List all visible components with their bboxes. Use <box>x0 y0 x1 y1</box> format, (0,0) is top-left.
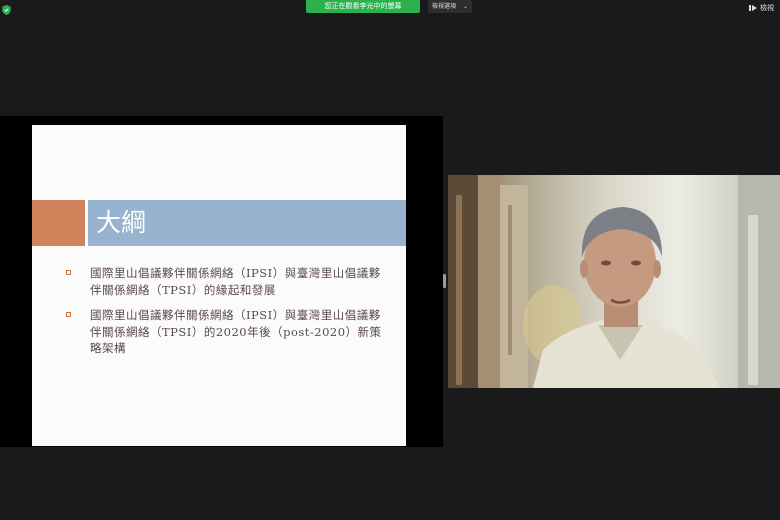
screen-share-banner[interactable]: 您正在觀看李光中的螢幕 <box>306 0 420 13</box>
participant-video-frame <box>448 175 780 388</box>
split-view-resize-handle[interactable] <box>443 274 446 288</box>
bullet-square-icon <box>66 270 71 275</box>
view-button[interactable]: 檢視 <box>749 3 774 13</box>
slide-bullet: 國際里山倡議夥伴關係網絡（IPSI）與臺灣里山倡議夥伴關係網絡（TPSI）的20… <box>66 307 386 357</box>
shared-screen[interactable]: 大綱 國際里山倡議夥伴關係網絡（IPSI）與臺灣里山倡議夥伴關係網絡（TPSI）… <box>0 116 443 447</box>
security-shield-icon[interactable] <box>2 5 11 15</box>
slide-bullet-text: 國際里山倡議夥伴關係網絡（IPSI）與臺灣里山倡議夥伴關係網絡（TPSI）的20… <box>90 308 382 355</box>
slide-bullet-list: 國際里山倡議夥伴關係網絡（IPSI）與臺灣里山倡議夥伴關係網絡（TPSI）的緣起… <box>66 265 386 366</box>
view-options-dropdown[interactable]: 檢視選項 ⌄ <box>428 0 472 13</box>
view-icon <box>749 5 757 11</box>
view-options-label: 檢視選項 <box>432 3 457 10</box>
bullet-square-icon <box>66 312 71 317</box>
participant-video[interactable] <box>448 175 780 388</box>
slide-bullet: 國際里山倡議夥伴關係網絡（IPSI）與臺灣里山倡議夥伴關係網絡（TPSI）的緣起… <box>66 265 386 298</box>
presentation-slide: 大綱 國際里山倡議夥伴關係網絡（IPSI）與臺灣里山倡議夥伴關係網絡（TPSI）… <box>32 125 406 446</box>
slide-accent-block <box>32 200 85 246</box>
slide-title: 大綱 <box>96 208 147 237</box>
slide-bullet-text: 國際里山倡議夥伴關係網絡（IPSI）與臺灣里山倡議夥伴關係網絡（TPSI）的緣起… <box>90 266 381 297</box>
slide-title-bar: 大綱 <box>88 200 406 246</box>
chevron-down-icon: ⌄ <box>462 3 468 10</box>
view-button-label: 檢視 <box>760 4 774 12</box>
